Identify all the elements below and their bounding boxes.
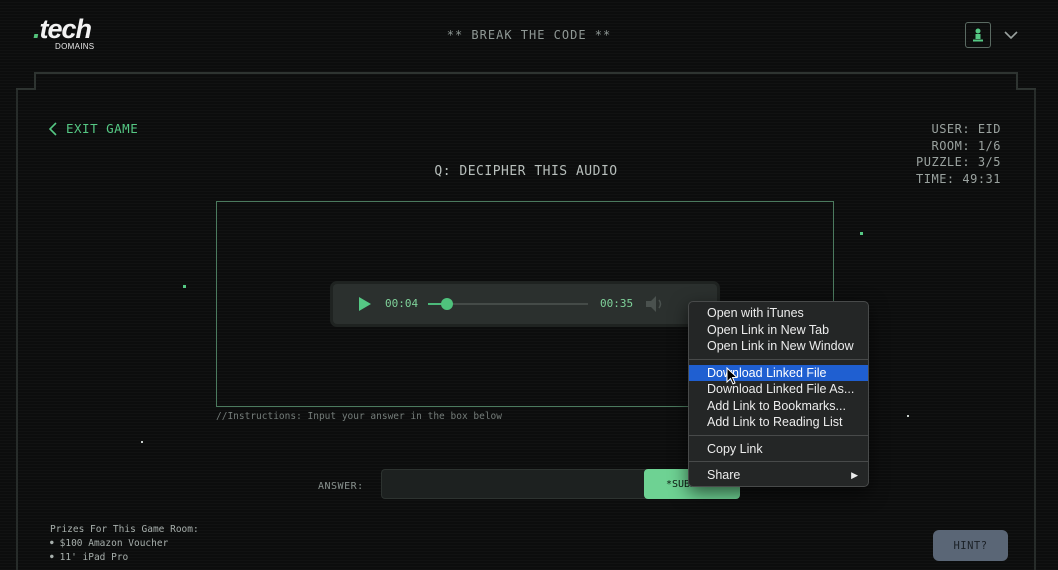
question-title: Q: DECIPHER THIS AUDIO	[434, 164, 618, 179]
instructions-text: //Instructions: Input your answer in the…	[216, 411, 502, 422]
prizes-list: $100 Amazon Voucher 11' iPad Pro	[50, 536, 199, 564]
chevron-left-icon	[48, 121, 57, 136]
prizes-title: Prizes For This Game Room:	[50, 524, 199, 535]
exit-game-label: EXIT GAME	[66, 121, 139, 136]
frame-border-right	[1034, 90, 1036, 570]
answer-label: ANSWER:	[318, 481, 364, 492]
menu-item-add-link-to-reading-list[interactable]: Add Link to Reading List	[689, 414, 868, 431]
status-room: ROOM: 1/6	[931, 138, 1001, 153]
menu-item-share[interactable]: Share ▶	[689, 467, 868, 484]
menu-separator	[689, 358, 868, 360]
decorative-speck	[183, 285, 186, 288]
frame-corner	[16, 88, 36, 90]
frame-corner	[1016, 88, 1036, 90]
menu-item-download-linked-file[interactable]: Download Linked File	[689, 364, 868, 381]
user-menu-button[interactable]	[965, 22, 991, 48]
cursor-icon	[726, 367, 738, 385]
context-menu: Open with iTunes Open Link in New Tab Op…	[688, 301, 869, 487]
answer-input[interactable]	[381, 469, 681, 499]
prizes-panel: Prizes For This Game Room: $100 Amazon V…	[50, 523, 199, 564]
play-icon[interactable]	[355, 295, 373, 313]
frame-border-left	[16, 90, 18, 570]
prize-item: 11' iPad Pro	[50, 550, 199, 564]
decorative-speck	[860, 232, 863, 235]
status-user: USER: EID	[931, 122, 1001, 136]
total-time: 00:35	[600, 297, 634, 310]
header-title: ** BREAK THE CODE **	[446, 28, 612, 42]
chevron-down-icon[interactable]	[1002, 26, 1020, 44]
submenu-arrow-icon: ▶	[851, 470, 858, 480]
prize-item: $100 Amazon Voucher	[50, 536, 199, 550]
menu-item-copy-link[interactable]: Copy Link	[689, 441, 868, 458]
decorative-speck	[907, 415, 909, 417]
logo-subtext: DOMAINS	[55, 42, 95, 51]
current-time: 00:04	[385, 297, 419, 310]
decorative-speck	[141, 441, 143, 443]
menu-separator	[689, 461, 868, 462]
hint-button[interactable]: HINT?	[933, 530, 1008, 561]
menu-item-open-link-new-window[interactable]: Open Link in New Window	[689, 338, 868, 355]
menu-item-open-with-itunes[interactable]: Open with iTunes	[689, 305, 868, 322]
menu-item-add-link-to-bookmarks[interactable]: Add Link to Bookmarks...	[689, 398, 868, 415]
menu-separator	[689, 434, 868, 436]
menu-item-download-linked-file-as[interactable]: Download Linked File As...	[689, 381, 868, 398]
menu-item-share-label: Share	[707, 468, 741, 482]
user-icon	[973, 28, 983, 42]
exit-game-link[interactable]: EXIT GAME	[48, 121, 138, 136]
volume-icon[interactable]	[644, 294, 666, 314]
menu-item-open-link-new-tab[interactable]: Open Link in New Tab	[689, 322, 868, 339]
frame-border-top	[34, 72, 1018, 74]
